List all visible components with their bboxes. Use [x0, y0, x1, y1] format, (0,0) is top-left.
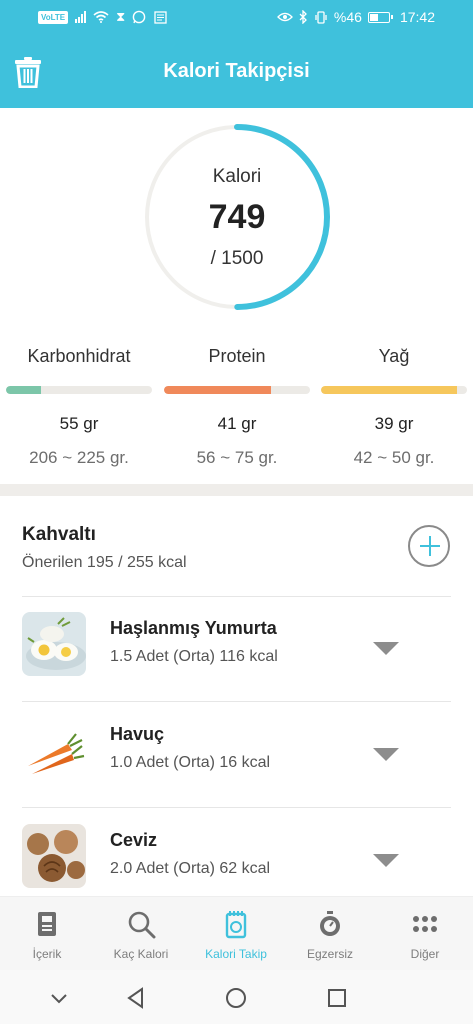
- nav-item-diger[interactable]: Diğer: [378, 897, 472, 971]
- macro-bar-fill: [164, 386, 271, 394]
- macro-value: 41 gr: [217, 414, 257, 433]
- walnut-image: [22, 824, 86, 888]
- carrot-image: [22, 718, 86, 782]
- macro-protein: Protein 41 gr 56 ~ 75 gr.: [158, 346, 316, 468]
- tracker-icon: [225, 911, 247, 939]
- chevron-down-icon[interactable]: [373, 748, 399, 761]
- meal-title: Kahvaltı: [22, 524, 96, 545]
- nav-item-egzersiz[interactable]: Egzersiz: [283, 897, 377, 971]
- macro-bar: [6, 386, 152, 394]
- battery-icon: [367, 11, 393, 23]
- macro-fat: Yağ 39 gr 42 ~ 50 gr.: [315, 346, 473, 468]
- food-item-carrot[interactable]: Havuç 1.0 Adet (Orta) 16 kcal: [0, 704, 473, 809]
- macro-bar-fill: [321, 386, 457, 394]
- macro-carbs: Karbonhidrat 55 gr 206 ~ 225 gr.: [0, 346, 158, 468]
- app-header: Kalori Takipçisi: [0, 36, 473, 108]
- divider: [22, 807, 451, 808]
- system-navigation-bar: [0, 970, 473, 1024]
- chevron-down-icon[interactable]: [47, 986, 71, 1010]
- bluetooth-icon: [299, 10, 307, 24]
- add-food-button[interactable]: [408, 525, 450, 567]
- macro-bar: [321, 386, 467, 394]
- hourglass-icon: ⧗: [116, 9, 126, 24]
- nav-item-kac-kalori[interactable]: Kaç Kalori: [94, 897, 188, 971]
- macro-range: 42 ~ 50 gr.: [353, 448, 435, 467]
- food-item-egg[interactable]: Haşlanmış Yumurta 1.5 Adet (Orta) 116 kc…: [0, 598, 473, 703]
- meal-recommended: Önerilen 195 / 255 kcal: [22, 554, 187, 571]
- whatsapp-icon: [132, 10, 146, 24]
- nav-label: Diğer: [410, 947, 440, 961]
- volte-icon: VoLTE: [38, 10, 69, 24]
- news-icon: [154, 10, 167, 24]
- boiled-egg-image: [22, 612, 86, 676]
- calorie-value: 749: [208, 198, 266, 236]
- bottom-navigation: İçerik Kaç Kalori Kalori Takip Egzersiz …: [0, 896, 473, 970]
- macro-value: 39 gr: [374, 414, 414, 433]
- calorie-goal: / 1500: [210, 248, 264, 269]
- stopwatch-icon: [320, 911, 340, 936]
- more-grid-icon: [413, 916, 437, 932]
- food-detail: 1.5 Adet (Orta) 116 kcal: [110, 648, 278, 665]
- status-bar: VoLTE ⧗ %46 17:42: [0, 0, 473, 36]
- nav-item-icerik[interactable]: İçerik: [0, 897, 94, 971]
- section-divider: [0, 484, 473, 496]
- page-title: Kalori Takipçisi: [163, 60, 310, 82]
- recent-apps-icon[interactable]: [325, 986, 349, 1010]
- macro-bar-fill: [6, 386, 42, 394]
- macro-name: Karbonhidrat: [27, 346, 131, 366]
- nav-label: Kalori Takip: [205, 947, 267, 961]
- macro-bar: [164, 386, 310, 394]
- macro-name: Protein: [208, 346, 266, 366]
- food-name: Ceviz: [110, 830, 158, 850]
- macro-range: 206 ~ 225 gr.: [29, 448, 129, 467]
- book-icon: [38, 912, 56, 936]
- food-detail: 1.0 Adet (Orta) 16 kcal: [110, 754, 271, 771]
- macro-value: 55 gr: [59, 414, 99, 433]
- nav-label: Egzersiz: [306, 947, 353, 961]
- food-detail: 2.0 Adet (Orta) 62 kcal: [110, 860, 271, 877]
- back-icon[interactable]: [124, 986, 148, 1010]
- eye-icon: [277, 12, 293, 22]
- signal-icon: [75, 11, 87, 23]
- search-icon: [128, 911, 156, 939]
- macro-name: Yağ: [378, 346, 410, 366]
- battery-percent: %46: [333, 9, 362, 25]
- calorie-label: Kalori: [212, 166, 262, 187]
- food-name: Havuç: [110, 724, 165, 744]
- clock: 17:42: [399, 9, 435, 25]
- food-name: Haşlanmış Yumurta: [110, 618, 277, 638]
- vibrate-icon: [315, 10, 327, 24]
- chevron-down-icon[interactable]: [373, 854, 399, 867]
- home-icon[interactable]: [224, 986, 248, 1010]
- divider: [22, 596, 451, 597]
- macro-range: 56 ~ 75 gr.: [196, 448, 278, 467]
- chevron-down-icon[interactable]: [373, 642, 399, 655]
- nav-item-kalori-takip[interactable]: Kalori Takip: [189, 897, 283, 971]
- nav-label: Kaç Kalori: [113, 947, 169, 961]
- wifi-icon: [93, 11, 109, 23]
- nav-label: İçerik: [32, 947, 62, 961]
- divider: [22, 701, 451, 702]
